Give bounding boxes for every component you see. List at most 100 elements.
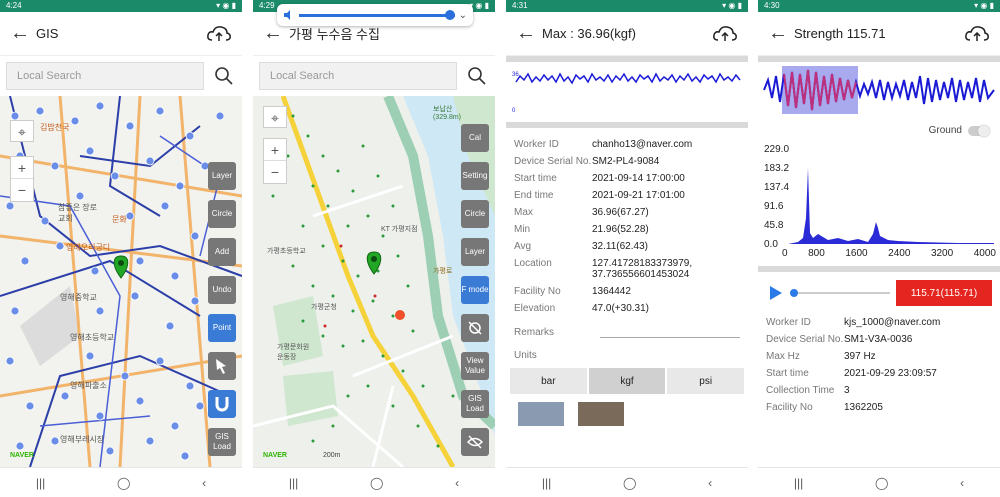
zoom-out-button[interactable]: − [11, 179, 33, 201]
magnet-icon [215, 397, 229, 412]
map-label: 가평문화원 운동장 [277, 344, 310, 361]
circle-button[interactable]: Circle [208, 200, 236, 228]
cursor-icon [216, 359, 226, 374]
info-row: Elevation 47.0(+30.31) [514, 303, 649, 314]
spectrum-plot [788, 168, 994, 244]
home-icon[interactable]: ◯ [370, 476, 383, 490]
map-view[interactable]: 김밥천국 참좋은 장로교회 영해오리궁디 문화 영해중학교 영해초등학교 영해파… [0, 96, 242, 467]
phone-gis: 4:24 ▾ ◉ ▮ ← GIS Local Search 김밥천국 참좋은 장… [0, 0, 242, 497]
volume-thumb[interactable] [444, 9, 455, 20]
gis-load-button[interactable]: GIS Load [461, 390, 489, 418]
playback-thumb[interactable] [790, 289, 798, 297]
cloud-upload-icon[interactable] [964, 24, 990, 44]
layer-button[interactable]: Layer [208, 162, 236, 190]
playback-row: 115.71(115.71) [758, 272, 1000, 314]
zoom-in-button[interactable]: + [11, 157, 33, 179]
chevron-down-icon[interactable]: ⌄ [459, 10, 467, 21]
phone-gapyeong: 4:29 ▾ ◉ ▮ ⌄ ← 가평 누수음 수집 Local Search 보납… [253, 0, 495, 497]
photo-strip [506, 398, 748, 430]
info-row: Min 21.96(52.28) [514, 224, 649, 235]
cloud-upload-icon[interactable] [712, 24, 738, 44]
play-icon[interactable] [766, 284, 784, 302]
view-value-button[interactable]: View Value [461, 352, 489, 380]
recent-apps-icon[interactable]: ||| [36, 476, 45, 490]
volume-slider[interactable] [299, 9, 455, 20]
locate-button[interactable]: ⌖ [10, 120, 34, 142]
remarks-input[interactable] [600, 326, 740, 338]
phone-pressure-detail: 4:31 ▾ ◉ ▮ ← Max : 36.96(kgf) 36 0 Worker… [506, 0, 748, 497]
home-icon[interactable]: ◯ [875, 476, 888, 490]
home-icon[interactable]: ◯ [117, 476, 130, 490]
nav-back-icon[interactable]: ‹ [708, 476, 712, 490]
gis-load-button[interactable]: GIS Load [208, 428, 236, 456]
nav-back-icon[interactable]: ‹ [202, 476, 206, 490]
circle-button[interactable]: Circle [461, 200, 489, 228]
recent-apps-icon[interactable]: ||| [794, 476, 803, 490]
map-label: 보납산 (329.8m) [433, 106, 462, 121]
search-icon[interactable] [212, 64, 236, 88]
status-bar: 4:30 ▾ ◉ ▮ [758, 0, 1000, 12]
cal-button[interactable]: Cal [461, 124, 489, 152]
photo-thumbnail[interactable] [518, 402, 564, 426]
back-arrow-icon[interactable]: ← [10, 22, 36, 45]
map-label: 영해오리궁디 [66, 243, 111, 252]
x-axis-labels: 0 800 1600 2400 3200 4000 [782, 248, 996, 259]
back-arrow-icon[interactable]: ← [516, 22, 542, 45]
magnet-button[interactable] [208, 390, 236, 418]
remarks-row: Remarks [506, 323, 748, 341]
ground-label: Ground [928, 125, 962, 136]
home-icon[interactable]: ◯ [623, 476, 636, 490]
search-row: Local Search [0, 56, 242, 96]
map-view[interactable]: 보납산 (329.8m) 가평초등학교 KT 가평지점 가평군청 가평로 가평문… [253, 96, 495, 467]
cloud-upload-icon[interactable] [206, 24, 232, 44]
app-bar: ← Strength 115.71 [758, 12, 1000, 56]
status-time: 4:31 [512, 1, 528, 10]
search-input[interactable]: Local Search [259, 62, 457, 90]
unit-psi-button[interactable]: psi [667, 368, 745, 394]
f-mode-button[interactable]: F mode [461, 276, 489, 304]
units-row: Units [514, 350, 537, 361]
info-row: Avg 32.11(62.43) [514, 241, 648, 252]
add-button[interactable]: Add [208, 238, 236, 266]
point-button[interactable]: Point [208, 314, 236, 342]
info-row: Collection Time 3 [766, 385, 850, 396]
search-input[interactable]: Local Search [6, 62, 204, 90]
unit-kgf-button[interactable]: kgf [588, 368, 666, 394]
recent-apps-icon[interactable]: ||| [289, 476, 298, 490]
map-label: 참좋은 장로교회 [58, 203, 98, 223]
back-arrow-icon[interactable]: ← [768, 22, 794, 45]
map-label: 영해초등학교 [70, 333, 115, 342]
photo-thumbnail[interactable] [578, 402, 624, 426]
unit-bar-button[interactable]: bar [510, 368, 587, 394]
satellite-button[interactable] [461, 314, 489, 342]
satellite-icon [468, 321, 482, 335]
zoom-out-button[interactable]: − [264, 161, 286, 183]
page-title: Strength 115.71 [794, 26, 886, 41]
map-label: 문화 [112, 215, 127, 224]
setting-button[interactable]: Setting [461, 162, 489, 190]
page-title: 가평 누수음 수집 [289, 27, 380, 42]
audio-waveform[interactable] [758, 62, 1000, 118]
eye-off-icon [467, 435, 483, 449]
y-axis-labels: 229.0 183.2 137.4 91.6 45.8 0.0 [764, 144, 790, 250]
locate-button[interactable]: ⌖ [263, 106, 287, 128]
ground-toggle[interactable] [968, 124, 990, 137]
volume-icon [284, 10, 290, 20]
recent-apps-icon[interactable]: ||| [542, 476, 551, 490]
page-title: GIS [36, 26, 59, 41]
nav-back-icon[interactable]: ‹ [455, 476, 459, 490]
hide-button[interactable] [461, 428, 489, 456]
strength-value-button[interactable]: 115.71(115.71) [896, 280, 992, 306]
playback-slider[interactable] [790, 289, 890, 297]
map-scale: 200m [323, 452, 341, 459]
search-icon[interactable] [465, 64, 489, 88]
phone-strength-detail: 4:30 ▾ ◉ ▮ ← Strength 115.71 Ground 229.0… [758, 0, 1000, 497]
zoom-in-button[interactable]: + [264, 139, 286, 161]
nav-bar: ||| ◯ ‹ [253, 467, 495, 497]
undo-button[interactable]: Undo [208, 276, 236, 304]
nav-back-icon[interactable]: ‹ [960, 476, 964, 490]
nav-bar: ||| ◯ ‹ [0, 467, 242, 497]
cursor-tool-button[interactable] [208, 352, 236, 380]
layer-button[interactable]: Layer [461, 238, 489, 266]
ground-toggle-row: Ground [758, 123, 1000, 138]
